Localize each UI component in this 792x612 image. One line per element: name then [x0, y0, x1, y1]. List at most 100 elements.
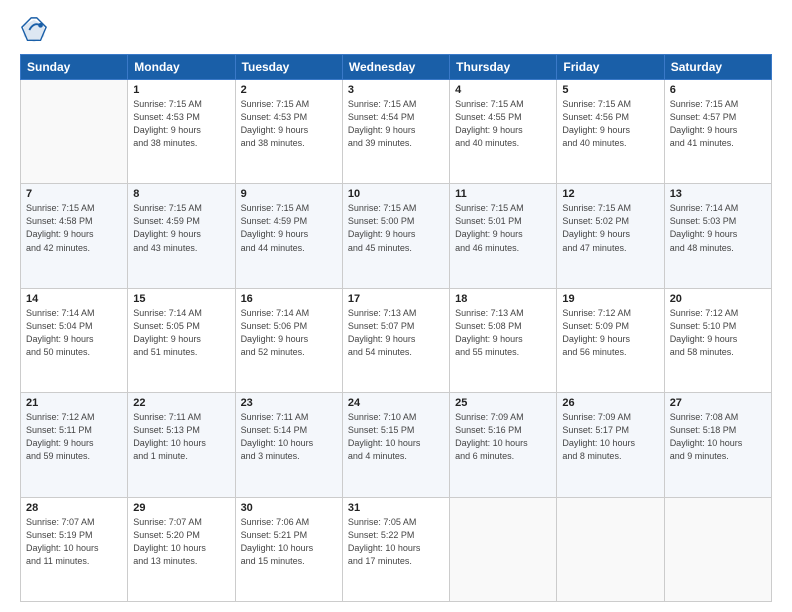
- header: [20, 16, 772, 44]
- calendar-header: SundayMondayTuesdayWednesdayThursdayFrid…: [21, 55, 772, 80]
- day-number: 9: [241, 188, 337, 200]
- day-info: Sunrise: 7:15 AMSunset: 4:57 PMDaylight:…: [670, 98, 766, 150]
- day-number: 8: [133, 188, 229, 200]
- calendar-cell: [557, 497, 664, 601]
- calendar-cell: 29 Sunrise: 7:07 AMSunset: 5:20 PMDayligh…: [128, 497, 235, 601]
- calendar-cell: 23Sunrise: 7:11 AMSunset: 5:14 PMDayligh…: [235, 393, 342, 497]
- day-info: Sunrise: 7:11 AMSunset: 5:13 PMDaylight:…: [133, 411, 229, 463]
- day-info: Sunrise: 7:07 AMSunset: 5:19 PMDaylight:…: [26, 516, 122, 568]
- day-info: Sunrise: 7:15 AMSunset: 5:01 PMDaylight:…: [455, 202, 551, 254]
- day-info: Sunrise: 7:15 AMSunset: 4:54 PMDaylight:…: [348, 98, 444, 150]
- calendar-week-4: 21 Sunrise: 7:12 AMSunset: 5:11 PMDayligh…: [21, 393, 772, 497]
- day-number: 21: [26, 397, 122, 409]
- day-info: Sunrise: 7:09 AMSunset: 5:16 PMDaylight:…: [455, 411, 551, 463]
- calendar-cell: 31Sunrise: 7:05 AMSunset: 5:22 PMDayligh…: [342, 497, 449, 601]
- calendar-cell: 24Sunrise: 7:10 AMSunset: 5:15 PMDayligh…: [342, 393, 449, 497]
- day-number: 12: [562, 188, 658, 200]
- day-number: 14: [26, 293, 122, 305]
- header-cell-monday: Monday: [128, 55, 235, 80]
- day-info: Sunrise: 7:08 AMSunset: 5:18 PMDaylight:…: [670, 411, 766, 463]
- day-info: Sunrise: 7:15 AMSunset: 4:55 PMDaylight:…: [455, 98, 551, 150]
- calendar-cell: 28 Sunrise: 7:07 AMSunset: 5:19 PMDayligh…: [21, 497, 128, 601]
- day-number: 20: [670, 293, 766, 305]
- day-info: Sunrise: 7:06 AMSunset: 5:21 PMDaylight:…: [241, 516, 337, 568]
- calendar-cell: 18 Sunrise: 7:13 AMSunset: 5:08 PMDayligh…: [450, 288, 557, 392]
- day-number: 15: [133, 293, 229, 305]
- calendar-cell: 7 Sunrise: 7:15 AMSunset: 4:58 PMDaylight…: [21, 184, 128, 288]
- calendar-cell: [21, 80, 128, 184]
- day-number: 5: [562, 84, 658, 96]
- calendar-cell: 3 Sunrise: 7:15 AMSunset: 4:54 PMDaylight…: [342, 80, 449, 184]
- day-info: Sunrise: 7:13 AMSunset: 5:07 PMDaylight:…: [348, 307, 444, 359]
- calendar-cell: 15 Sunrise: 7:14 AMSunset: 5:05 PMDayligh…: [128, 288, 235, 392]
- day-number: 4: [455, 84, 551, 96]
- day-number: 27: [670, 397, 766, 409]
- calendar-cell: 16 Sunrise: 7:14 AMSunset: 5:06 PMDayligh…: [235, 288, 342, 392]
- day-number: 25: [455, 397, 551, 409]
- day-number: 2: [241, 84, 337, 96]
- calendar-cell: [450, 497, 557, 601]
- day-number: 24: [348, 397, 444, 409]
- calendar-cell: 9Sunrise: 7:15 AMSunset: 4:59 PMDaylight…: [235, 184, 342, 288]
- logo-icon: [20, 16, 48, 44]
- day-number: 1: [133, 84, 229, 96]
- calendar-cell: 5 Sunrise: 7:15 AMSunset: 4:56 PMDaylight…: [557, 80, 664, 184]
- calendar-cell: 13 Sunrise: 7:14 AMSunset: 5:03 PMDayligh…: [664, 184, 771, 288]
- day-number: 30: [241, 502, 337, 514]
- day-number: 16: [241, 293, 337, 305]
- day-info: Sunrise: 7:15 AMSunset: 4:53 PMDaylight:…: [133, 98, 229, 150]
- calendar-cell: 21 Sunrise: 7:12 AMSunset: 5:11 PMDayligh…: [21, 393, 128, 497]
- calendar-cell: 19Sunrise: 7:12 AMSunset: 5:09 PMDayligh…: [557, 288, 664, 392]
- calendar-body: 1 Sunrise: 7:15 AMSunset: 4:53 PMDaylight…: [21, 80, 772, 602]
- day-info: Sunrise: 7:15 AMSunset: 4:58 PMDaylight:…: [26, 202, 122, 254]
- calendar-cell: 4 Sunrise: 7:15 AMSunset: 4:55 PMDaylight…: [450, 80, 557, 184]
- logo: [20, 16, 52, 44]
- calendar-cell: 22 Sunrise: 7:11 AMSunset: 5:13 PMDayligh…: [128, 393, 235, 497]
- day-info: Sunrise: 7:12 AMSunset: 5:10 PMDaylight:…: [670, 307, 766, 359]
- calendar-cell: 8 Sunrise: 7:15 AMSunset: 4:59 PMDaylight…: [128, 184, 235, 288]
- header-cell-saturday: Saturday: [664, 55, 771, 80]
- day-info: Sunrise: 7:15 AMSunset: 5:02 PMDaylight:…: [562, 202, 658, 254]
- day-number: 6: [670, 84, 766, 96]
- day-number: 18: [455, 293, 551, 305]
- day-number: 26: [562, 397, 658, 409]
- day-info: Sunrise: 7:13 AMSunset: 5:08 PMDaylight:…: [455, 307, 551, 359]
- page: SundayMondayTuesdayWednesdayThursdayFrid…: [0, 0, 792, 612]
- header-cell-sunday: Sunday: [21, 55, 128, 80]
- day-info: Sunrise: 7:11 AMSunset: 5:14 PMDaylight:…: [241, 411, 337, 463]
- calendar-week-1: 1 Sunrise: 7:15 AMSunset: 4:53 PMDaylight…: [21, 80, 772, 184]
- day-info: Sunrise: 7:14 AMSunset: 5:05 PMDaylight:…: [133, 307, 229, 359]
- day-number: 17: [348, 293, 444, 305]
- calendar-week-5: 28 Sunrise: 7:07 AMSunset: 5:19 PMDayligh…: [21, 497, 772, 601]
- calendar-cell: 10Sunrise: 7:15 AMSunset: 5:00 PMDayligh…: [342, 184, 449, 288]
- day-info: Sunrise: 7:15 AMSunset: 4:59 PMDaylight:…: [133, 202, 229, 254]
- day-number: 31: [348, 502, 444, 514]
- calendar-cell: 27 Sunrise: 7:08 AMSunset: 5:18 PMDayligh…: [664, 393, 771, 497]
- day-info: Sunrise: 7:14 AMSunset: 5:06 PMDaylight:…: [241, 307, 337, 359]
- calendar-week-2: 7 Sunrise: 7:15 AMSunset: 4:58 PMDaylight…: [21, 184, 772, 288]
- calendar-cell: 1 Sunrise: 7:15 AMSunset: 4:53 PMDaylight…: [128, 80, 235, 184]
- day-info: Sunrise: 7:14 AMSunset: 5:04 PMDaylight:…: [26, 307, 122, 359]
- day-info: Sunrise: 7:15 AMSunset: 4:53 PMDaylight:…: [241, 98, 337, 150]
- calendar-cell: 25 Sunrise: 7:09 AMSunset: 5:16 PMDayligh…: [450, 393, 557, 497]
- day-number: 10: [348, 188, 444, 200]
- day-info: Sunrise: 7:07 AMSunset: 5:20 PMDaylight:…: [133, 516, 229, 568]
- day-info: Sunrise: 7:14 AMSunset: 5:03 PMDaylight:…: [670, 202, 766, 254]
- day-number: 29: [133, 502, 229, 514]
- day-number: 22: [133, 397, 229, 409]
- day-info: Sunrise: 7:12 AMSunset: 5:11 PMDaylight:…: [26, 411, 122, 463]
- day-number: 3: [348, 84, 444, 96]
- calendar-cell: [664, 497, 771, 601]
- day-number: 7: [26, 188, 122, 200]
- calendar-week-3: 14 Sunrise: 7:14 AMSunset: 5:04 PMDayligh…: [21, 288, 772, 392]
- calendar-cell: 2 Sunrise: 7:15 AMSunset: 4:53 PMDaylight…: [235, 80, 342, 184]
- calendar-cell: 12 Sunrise: 7:15 AMSunset: 5:02 PMDayligh…: [557, 184, 664, 288]
- day-info: Sunrise: 7:09 AMSunset: 5:17 PMDaylight:…: [562, 411, 658, 463]
- day-number: 13: [670, 188, 766, 200]
- day-info: Sunrise: 7:15 AMSunset: 4:56 PMDaylight:…: [562, 98, 658, 150]
- calendar-cell: 11Sunrise: 7:15 AMSunset: 5:01 PMDayligh…: [450, 184, 557, 288]
- calendar-cell: 14 Sunrise: 7:14 AMSunset: 5:04 PMDayligh…: [21, 288, 128, 392]
- header-row: SundayMondayTuesdayWednesdayThursdayFrid…: [21, 55, 772, 80]
- day-number: 28: [26, 502, 122, 514]
- day-info: Sunrise: 7:12 AMSunset: 5:09 PMDaylight:…: [562, 307, 658, 359]
